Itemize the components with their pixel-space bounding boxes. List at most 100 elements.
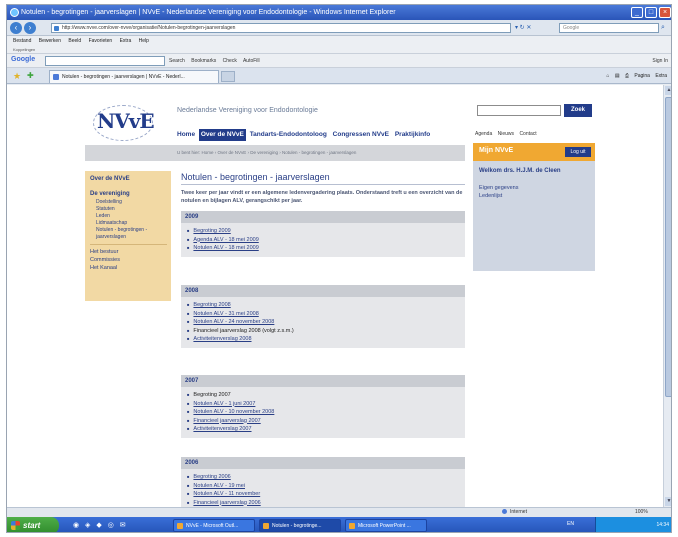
doc-link[interactable]: Financieel jaarverslag 2007 bbox=[187, 417, 465, 426]
doc-link[interactable]: Notulen ALV - 18 mei 2009 bbox=[187, 244, 465, 253]
link-ledenlijst[interactable]: Ledenlijst bbox=[479, 192, 589, 200]
links-bar: Koppelingen bbox=[7, 46, 671, 54]
mijn-nvve-panel: Mijn NVvE Log uit Welkom drs. H.J.M. de … bbox=[473, 143, 595, 271]
site-name: Nederlandse Vereniging voor Endodontolog… bbox=[177, 107, 318, 114]
util-contact[interactable]: Contact bbox=[519, 131, 536, 137]
sidebar-item-lidmaatschap[interactable]: Lidmaatschap bbox=[90, 220, 171, 227]
refresh-stop-icons[interactable]: ▾ ↻ ✕ bbox=[515, 23, 555, 33]
task-ie[interactable]: Notulen - begrotinge... bbox=[259, 519, 341, 532]
doc-link[interactable]: Notulen ALV - 11 november bbox=[187, 490, 465, 499]
doc-link[interactable]: Begroting 2008 bbox=[187, 301, 465, 310]
google-autofill-button[interactable]: AutoFill bbox=[243, 58, 260, 64]
sidebar-item-commissies[interactable]: Commissies bbox=[90, 256, 171, 264]
breadcrumb: U bent hier: Home › Over de NVvE › De ve… bbox=[85, 145, 465, 161]
add-favorite-icon[interactable]: ✚ bbox=[27, 71, 34, 81]
maximize-icon[interactable]: □ bbox=[645, 7, 657, 18]
nav-congressen[interactable]: Congressen NVvE bbox=[331, 129, 391, 141]
menu-favorieten[interactable]: Favorieten bbox=[89, 38, 113, 44]
security-zone: Internet bbox=[502, 508, 527, 517]
zoom-level[interactable]: 100% bbox=[635, 508, 648, 517]
nav-praktijkinfo[interactable]: Praktijkinfo bbox=[393, 129, 432, 141]
google-check-button[interactable]: Check bbox=[223, 58, 237, 64]
system-tray: 14:34 bbox=[595, 517, 671, 532]
status-bar: Internet 100% bbox=[7, 507, 671, 517]
nav-tandarts-endodontoloog[interactable]: Tandarts-Endodontoloog bbox=[248, 129, 329, 141]
link-eigen-gegevens[interactable]: Eigen gegevens bbox=[479, 184, 589, 192]
doc-link[interactable]: Notulen ALV - 19 mei bbox=[187, 482, 465, 491]
doc-link[interactable]: Agenda ALV - 18 mei 2009 bbox=[187, 236, 465, 245]
language-indicator[interactable]: EN bbox=[567, 521, 574, 527]
sidebar-item-leden[interactable]: Leden bbox=[90, 213, 171, 220]
logout-button[interactable]: Log uit bbox=[565, 147, 591, 157]
forward-icon[interactable]: › bbox=[24, 22, 36, 34]
sidebar-item-doelstelling[interactable]: Doelstelling bbox=[90, 199, 171, 206]
doc-item: Financieel jaarverslag 2008 (volgt z.s.m… bbox=[187, 327, 465, 336]
google-bookmarks-button[interactable]: Bookmarks bbox=[191, 58, 216, 64]
year-block-2009: 2009 Begroting 2009 Agenda ALV - 18 mei … bbox=[181, 211, 465, 257]
site-logo[interactable]: NVvE bbox=[89, 103, 159, 143]
back-icon[interactable]: ‹ bbox=[10, 22, 22, 34]
home-icon[interactable]: ⌂ bbox=[606, 73, 609, 79]
menu-bewerken[interactable]: Bewerken bbox=[39, 38, 61, 44]
google-search-button[interactable]: Search bbox=[169, 58, 185, 64]
close-icon[interactable]: × bbox=[659, 7, 671, 18]
year-heading: 2006 bbox=[181, 457, 465, 469]
doc-link[interactable]: Activiteitenverslag 2008 bbox=[187, 335, 465, 344]
nav-over-de-nvve[interactable]: Over de NVvE bbox=[198, 129, 246, 141]
doc-link[interactable]: Notulen ALV - 10 november 2008 bbox=[187, 408, 465, 417]
scroll-down-icon[interactable]: ▼ bbox=[665, 497, 671, 506]
links-label[interactable]: Koppelingen bbox=[13, 47, 35, 52]
print-icon[interactable]: ⎙ bbox=[625, 73, 629, 79]
browser-search-input[interactable]: Google bbox=[559, 23, 659, 33]
site-search-button[interactable]: Zoek bbox=[564, 104, 592, 117]
search-icon[interactable]: ⌕ bbox=[661, 23, 671, 33]
utility-links: Agenda Nieuws Contact bbox=[475, 131, 541, 137]
start-button[interactable]: start bbox=[7, 517, 59, 532]
doc-link[interactable]: Notulen ALV - 24 november 2008 bbox=[187, 318, 465, 327]
doc-link[interactable]: Financieel jaarverslag 2006 bbox=[187, 499, 465, 508]
sidebar-de-vereniging[interactable]: De vereniging bbox=[90, 190, 171, 199]
feeds-icon[interactable]: ▤ bbox=[615, 73, 620, 79]
scroll-up-icon[interactable]: ▲ bbox=[665, 86, 671, 95]
sidebar-item-notulen[interactable]: Notulen - begrotingen - jaarverslagen bbox=[90, 227, 171, 241]
google-search-input[interactable] bbox=[45, 56, 165, 66]
new-tab-button[interactable] bbox=[221, 71, 235, 82]
page-menu[interactable]: Pagina bbox=[634, 73, 650, 79]
signin-button[interactable]: Sign In bbox=[613, 56, 671, 66]
title-divider bbox=[181, 184, 465, 185]
sidebar-item-statuten[interactable]: Statuten bbox=[90, 206, 171, 213]
menu-beeld[interactable]: Beeld bbox=[68, 38, 81, 44]
menu-bar: Bestand Bewerken Beeld Favorieten Extra … bbox=[7, 36, 671, 46]
doc-item: Begroting 2007 bbox=[187, 391, 465, 400]
tools-menu[interactable]: Extra bbox=[655, 73, 667, 79]
year-heading: 2009 bbox=[181, 211, 465, 223]
vertical-scrollbar[interactable]: ▲ ▼ bbox=[663, 85, 671, 507]
welcome-text: Welkom drs. H.J.M. de Cleen bbox=[479, 168, 561, 174]
quick-launch-icons[interactable]: ◉ ◈ ◆ ◎ ✉ bbox=[73, 521, 128, 529]
google-tools: Search Bookmarks Check AutoFill bbox=[169, 56, 469, 66]
menu-bestand[interactable]: Bestand bbox=[13, 38, 31, 44]
address-input[interactable]: http://www.nvve.com/over-nvve/organisati… bbox=[51, 23, 511, 33]
year-list: Begroting 2008 Notulen ALV - 31 mei 2008… bbox=[181, 297, 465, 348]
nav-home[interactable]: Home bbox=[175, 129, 197, 141]
sidebar-item-kanaal[interactable]: Het Kanaal bbox=[90, 264, 171, 272]
util-agenda[interactable]: Agenda bbox=[475, 131, 492, 137]
scroll-thumb[interactable] bbox=[665, 97, 671, 397]
menu-help[interactable]: Help bbox=[139, 38, 149, 44]
doc-link[interactable]: Activiteitenverslag 2007 bbox=[187, 425, 465, 434]
tab-active[interactable]: Notulen - begrotingen - jaarverslagen | … bbox=[49, 70, 219, 83]
minimize-icon[interactable]: _ bbox=[631, 7, 643, 18]
doc-link[interactable]: Begroting 2009 bbox=[187, 227, 465, 236]
doc-link[interactable]: Notulen ALV - 31 mei 2008 bbox=[187, 310, 465, 319]
menu-extra[interactable]: Extra bbox=[120, 38, 132, 44]
page-title: Notulen - begrotingen - jaarverslagen bbox=[181, 172, 330, 182]
doc-link[interactable]: Notulen ALV - 1 juni 2007 bbox=[187, 400, 465, 409]
task-outlook[interactable]: NVvE - Microsoft Outl... bbox=[173, 519, 255, 532]
site-search-input[interactable] bbox=[477, 105, 561, 116]
util-nieuws[interactable]: Nieuws bbox=[498, 131, 514, 137]
favorites-star-icon[interactable]: ★ bbox=[13, 71, 21, 81]
sidebar-item-bestuur[interactable]: Het bestuur bbox=[90, 248, 171, 256]
doc-link[interactable]: Begroting 2006 bbox=[187, 473, 465, 482]
sidebar-over-de-nvve[interactable]: Over de NVvE bbox=[90, 175, 171, 184]
task-powerpoint[interactable]: Microsoft PowerPoint ... bbox=[345, 519, 427, 532]
